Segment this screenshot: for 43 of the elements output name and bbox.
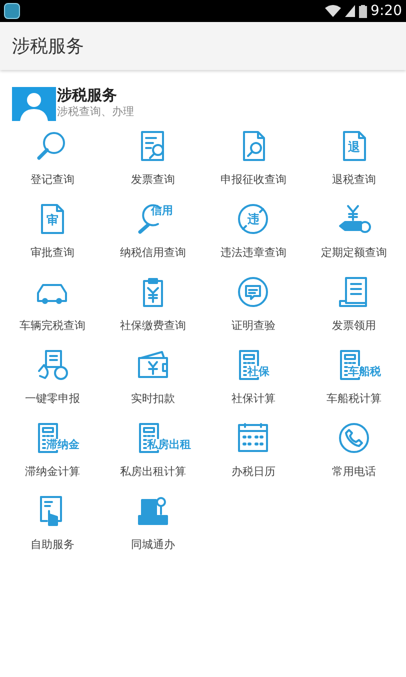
service-item[interactable]: 退 退税查询 (304, 129, 404, 188)
service-item[interactable]: 申报征收查询 (203, 129, 304, 188)
icon-text: 退 (348, 141, 360, 153)
service-item[interactable]: 社保缴费查询 (102, 275, 203, 334)
icon-text: 滞纳金 (46, 439, 80, 450)
icon-text: 违 (247, 213, 260, 225)
icon-text: 审 (46, 214, 58, 226)
service-item[interactable]: 证明查验 (203, 275, 304, 334)
service-item[interactable]: 发票领用 (304, 275, 404, 334)
service-item[interactable]: 同城通办 (102, 494, 203, 553)
service-item[interactable]: 自助服务 (2, 494, 102, 553)
clock: 9:20 (370, 4, 402, 18)
phone-icon (336, 421, 371, 455)
app-bar-title: 涉税服务 (12, 34, 84, 58)
avatar (12, 87, 56, 121)
icon-text: 车船税 (348, 366, 381, 377)
message-icon (236, 275, 270, 309)
service-item[interactable]: 发票查询 (102, 129, 203, 188)
service-item[interactable]: 一键零申报 (2, 348, 102, 407)
icon-text: 私房出租 (146, 439, 191, 450)
service-item[interactable]: 车船税 车船税计算 (304, 348, 404, 407)
service-item[interactable]: 滞纳金 滞纳金计算 (2, 421, 102, 480)
calendar-icon (236, 421, 270, 455)
service-item[interactable]: 审 审批查询 (2, 202, 102, 261)
hand-money-icon (336, 202, 371, 236)
signal-icon (344, 5, 355, 17)
building-icon (136, 494, 170, 528)
service-item[interactable]: 定期定额查询 (304, 202, 404, 261)
icon-text: 社保 (247, 366, 270, 377)
service-item[interactable]: 办税日历 (203, 421, 304, 480)
service-item[interactable]: 实时扣款 (102, 348, 203, 407)
service-item[interactable]: 车辆完税查询 (2, 275, 102, 334)
service-item[interactable]: 常用电话 (304, 421, 404, 480)
service-item[interactable]: 违 违法违章查询 (203, 202, 304, 261)
service-item[interactable]: 登记查询 (2, 129, 102, 188)
wifi-icon (324, 5, 341, 17)
header-subtitle: 涉税查询、办理 (57, 105, 134, 119)
app-icon (4, 3, 20, 19)
header-title: 涉税服务 (57, 85, 118, 105)
service-item[interactable]: 社保 社保计算 (203, 348, 304, 407)
service-item[interactable]: 私房出租 私房出租计算 (102, 421, 203, 480)
battery-icon (358, 4, 367, 18)
prohibited-icon (236, 202, 270, 236)
